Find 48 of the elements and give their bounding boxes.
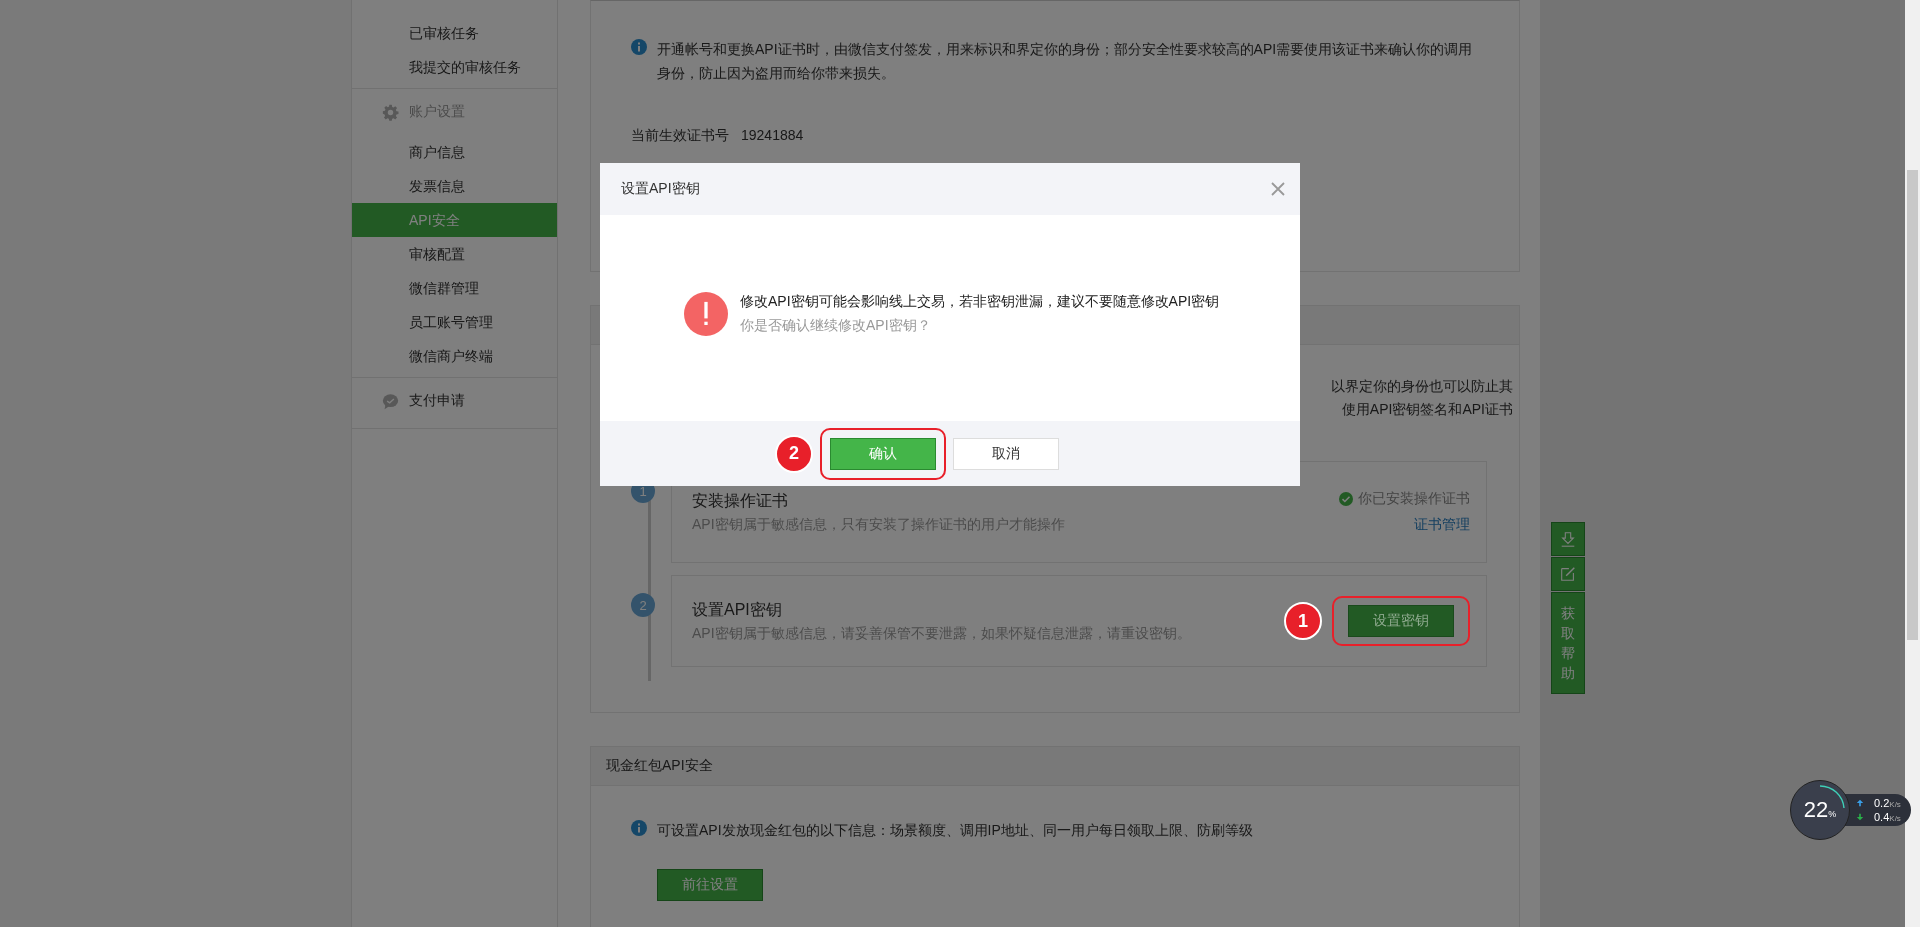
sidebar-item[interactable]: 审核配置	[352, 237, 557, 271]
chat-bubble-icon	[382, 392, 399, 410]
close-icon[interactable]	[1270, 181, 1286, 197]
upload-speed: 0.2	[1874, 797, 1890, 809]
info-icon	[631, 39, 647, 55]
sidebar-item[interactable]: 已审核任务	[352, 16, 557, 50]
sidebar-group-title[interactable]: 支付申请	[409, 392, 465, 410]
sidebar-item[interactable]: 员工账号管理	[352, 305, 557, 339]
sidebar-item[interactable]: 我提交的审核任务	[352, 50, 557, 84]
upload-arrow-icon	[1856, 799, 1864, 807]
confirm-button[interactable]: 确认	[830, 437, 936, 470]
notice-text: 可设置API发放现金红包的以下信息：场景额度、调用IP地址、同一用户每日领取上限、防刷等级	[657, 821, 1254, 840]
network-speed-widget[interactable]: 22% 0.2K/s 0.4K/s	[1790, 780, 1911, 840]
sidebar-item[interactable]: 微信群管理	[352, 271, 557, 305]
download-arrow-icon	[1856, 813, 1864, 821]
percent-sign: %	[1828, 809, 1837, 819]
upload-unit: K/s	[1889, 800, 1901, 809]
download-unit: K/s	[1889, 814, 1901, 823]
sidebar-item[interactable]: 商户信息	[352, 135, 557, 169]
warning-message: 修改API密钥可能会影响线上交易，若非密钥泄漏，建议不要随意修改API密钥	[740, 293, 1220, 311]
certificate-link[interactable]: 证书管理	[1414, 516, 1470, 534]
cancel-button[interactable]: 取消	[953, 437, 1059, 470]
step-marker: 2	[775, 434, 813, 473]
dialog-title: 设置API密钥	[621, 180, 700, 198]
serial-label: 当前生效证书号	[631, 127, 729, 145]
serial-number: 19241884	[741, 127, 804, 145]
step-number: 2	[631, 593, 655, 617]
confirm-question: 你是否确认继续修改API密钥？	[740, 317, 932, 335]
step-marker: 1	[1284, 602, 1322, 640]
edit-icon[interactable]	[1551, 557, 1585, 591]
sidebar-item[interactable]: 发票信息	[352, 169, 557, 203]
notice-text: 开通帐号和更换API证书时，由微信支付签发，用来标识和界定你的身份；部分安全性要求较高的API需要使用该证书来确认你的调用身份，防止因为盗用而给你带来损失。	[657, 40, 1474, 83]
check-icon	[1339, 492, 1353, 506]
step-title: 安装操作证书	[692, 490, 789, 511]
scrollbar[interactable]	[1905, 0, 1920, 927]
warning-icon	[684, 292, 728, 336]
download-speed: 0.4	[1874, 811, 1890, 823]
sidebar-item[interactable]: 微信商户终端	[352, 339, 557, 373]
gear-icon	[382, 103, 399, 121]
usage-percent: 22	[1803, 797, 1829, 823]
set-key-button[interactable]: 设置密钥	[1348, 605, 1454, 637]
intro-text: 以界定你的身份也可以防止其	[1331, 377, 1513, 396]
info-icon	[631, 820, 647, 836]
download-icon[interactable]	[1551, 522, 1585, 556]
intro-text: 使用API密钥签名和API证书	[1341, 400, 1513, 419]
section-title: 现金红包API安全	[606, 757, 713, 775]
step-title: 设置API密钥	[692, 599, 783, 620]
status-text: 你已安装操作证书	[1358, 490, 1470, 508]
